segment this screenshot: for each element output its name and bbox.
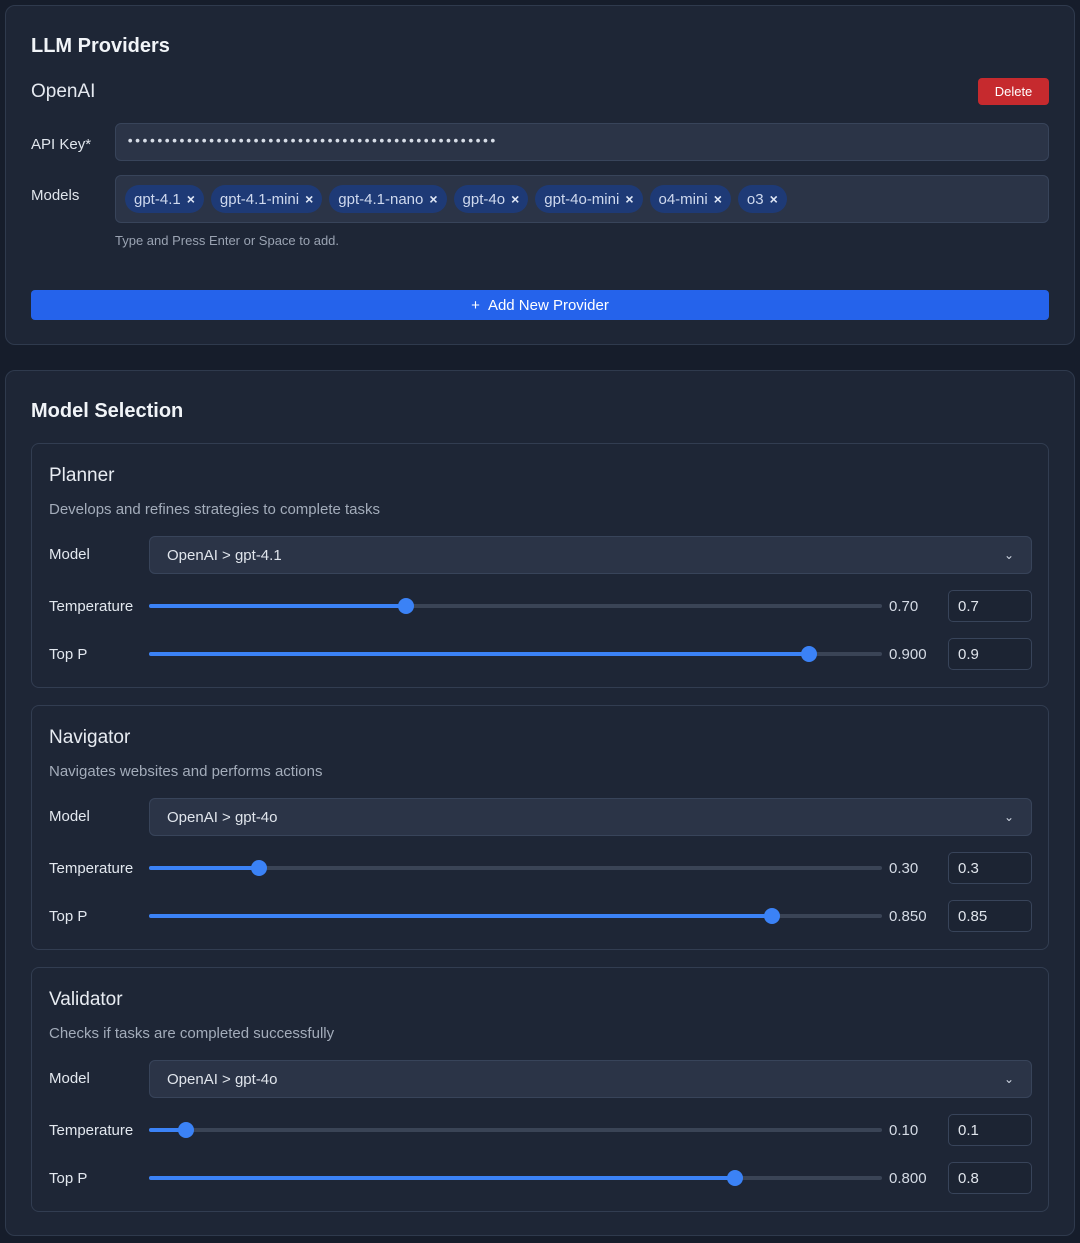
model-label: Model bbox=[49, 1070, 90, 1087]
model-chip-label: gpt-4.1 bbox=[134, 190, 181, 208]
top-p-input[interactable]: 0.85 bbox=[948, 900, 1032, 932]
models-tag-input[interactable]: gpt-4.1 × gpt-4.1-mini × gpt-4.1-nano × gpt… bbox=[115, 175, 1049, 223]
chevron-down-icon: ⌄ bbox=[1003, 548, 1014, 562]
api-key-label: API Key* bbox=[31, 136, 92, 153]
top-p-label: Top P bbox=[49, 908, 88, 925]
model-chip: gpt-4.1-mini × bbox=[210, 185, 323, 213]
add-provider-button[interactable]: + Add New Provider bbox=[31, 290, 1049, 320]
agent-card-validator: Validator Checks if tasks are completed … bbox=[31, 967, 1049, 1212]
model-chip: gpt-4.1-nano × bbox=[329, 185, 447, 213]
slider-thumb[interactable] bbox=[250, 860, 267, 876]
model-chip: o3 × bbox=[737, 185, 787, 213]
agent-card-planner: Planner Develops and refines strategies … bbox=[31, 443, 1049, 688]
model-chip-label: gpt-4o-mini bbox=[544, 190, 620, 208]
agent-title: Planner bbox=[49, 465, 115, 486]
slider-fill bbox=[149, 914, 773, 918]
model-select-value: OpenAI > gpt-4o bbox=[167, 808, 278, 826]
api-key-input[interactable]: ••••••••••••••••••••••••••••••••••••••••… bbox=[115, 123, 1049, 161]
model-chip-label: gpt-4o bbox=[462, 190, 506, 208]
model-selection-panel: Model Selection Planner Develops and ref… bbox=[5, 370, 1075, 1236]
chevron-down-icon: ⌄ bbox=[1003, 810, 1014, 824]
slider-thumb[interactable] bbox=[397, 598, 414, 614]
agent-description: Navigates websites and performs actions bbox=[49, 763, 323, 780]
slider-thumb[interactable] bbox=[800, 646, 817, 662]
remove-chip-icon[interactable]: × bbox=[625, 191, 633, 207]
top-p-slider[interactable] bbox=[149, 1170, 882, 1186]
top-p-label: Top P bbox=[49, 646, 88, 663]
provider-name: OpenAI bbox=[31, 81, 96, 102]
model-chip: gpt-4o-mini × bbox=[535, 185, 643, 213]
top-p-value: 0.850 bbox=[889, 908, 927, 925]
top-p-slider[interactable] bbox=[149, 908, 882, 924]
llm-providers-panel: LLM Providers OpenAI Delete API Key* •••… bbox=[5, 5, 1075, 345]
agent-description: Develops and refines strategies to compl… bbox=[49, 501, 381, 518]
slider-fill bbox=[149, 604, 406, 608]
remove-chip-icon[interactable]: × bbox=[714, 191, 722, 207]
temperature-input[interactable]: 0.3 bbox=[948, 852, 1032, 884]
top-p-input[interactable]: 0.9 bbox=[948, 638, 1032, 670]
add-provider-label: Add New Provider bbox=[487, 296, 609, 314]
agent-title: Validator bbox=[49, 989, 123, 1010]
model-chip-label: o3 bbox=[746, 190, 764, 208]
slider-thumb[interactable] bbox=[177, 1122, 194, 1138]
llm-providers-title: LLM Providers bbox=[31, 35, 170, 57]
top-p-value: 0.800 bbox=[889, 1170, 927, 1187]
agent-description: Checks if tasks are completed successful… bbox=[49, 1025, 335, 1042]
slider-thumb[interactable] bbox=[764, 908, 781, 924]
temperature-label: Temperature bbox=[49, 1122, 134, 1139]
model-select[interactable]: OpenAI > gpt-4o ⌄ bbox=[149, 1060, 1032, 1098]
remove-chip-icon[interactable]: × bbox=[187, 191, 195, 207]
delete-provider-button[interactable]: Delete bbox=[978, 78, 1049, 105]
model-selection-title: Model Selection bbox=[31, 400, 184, 422]
temperature-input[interactable]: 0.7 bbox=[948, 590, 1032, 622]
agent-title: Navigator bbox=[49, 727, 131, 748]
temperature-label: Temperature bbox=[49, 860, 134, 877]
temperature-slider[interactable] bbox=[149, 860, 882, 876]
model-select[interactable]: OpenAI > gpt-4.1 ⌄ bbox=[149, 536, 1032, 574]
model-chip: o4-mini × bbox=[649, 185, 731, 213]
slider-fill bbox=[149, 652, 809, 656]
top-p-value: 0.900 bbox=[889, 646, 927, 663]
remove-chip-icon[interactable]: × bbox=[429, 191, 437, 207]
temperature-value: 0.10 bbox=[889, 1122, 919, 1139]
models-label: Models bbox=[31, 187, 80, 204]
temperature-value: 0.70 bbox=[889, 598, 919, 615]
chevron-down-icon: ⌄ bbox=[1003, 1072, 1014, 1086]
model-chip-label: gpt-4.1-nano bbox=[338, 190, 424, 208]
model-select-value: OpenAI > gpt-4.1 bbox=[167, 546, 282, 564]
temperature-slider[interactable] bbox=[149, 1122, 882, 1138]
model-chip: gpt-4.1 × bbox=[125, 185, 204, 213]
model-chip-label: gpt-4.1-mini bbox=[219, 190, 300, 208]
temperature-label: Temperature bbox=[49, 598, 134, 615]
model-select-value: OpenAI > gpt-4o bbox=[167, 1070, 278, 1088]
model-label: Model bbox=[49, 546, 90, 563]
model-chip-label: o4-mini bbox=[658, 190, 708, 208]
agent-card-navigator: Navigator Navigates websites and perform… bbox=[31, 705, 1049, 950]
model-chip: gpt-4o × bbox=[453, 185, 529, 213]
remove-chip-icon[interactable]: × bbox=[511, 191, 519, 207]
temperature-value: 0.30 bbox=[889, 860, 919, 877]
temperature-slider[interactable] bbox=[149, 598, 882, 614]
top-p-input[interactable]: 0.8 bbox=[948, 1162, 1032, 1194]
slider-thumb[interactable] bbox=[727, 1170, 744, 1186]
top-p-slider[interactable] bbox=[149, 646, 882, 662]
temperature-input[interactable]: 0.1 bbox=[948, 1114, 1032, 1146]
model-select[interactable]: OpenAI > gpt-4o ⌄ bbox=[149, 798, 1032, 836]
slider-fill bbox=[149, 1176, 736, 1180]
top-p-label: Top P bbox=[49, 1170, 88, 1187]
remove-chip-icon[interactable]: × bbox=[770, 191, 778, 207]
models-hint: Type and Press Enter or Space to add. bbox=[115, 233, 340, 248]
remove-chip-icon[interactable]: × bbox=[305, 191, 313, 207]
model-label: Model bbox=[49, 808, 90, 825]
slider-fill bbox=[149, 866, 259, 870]
plus-icon: + bbox=[471, 296, 480, 314]
